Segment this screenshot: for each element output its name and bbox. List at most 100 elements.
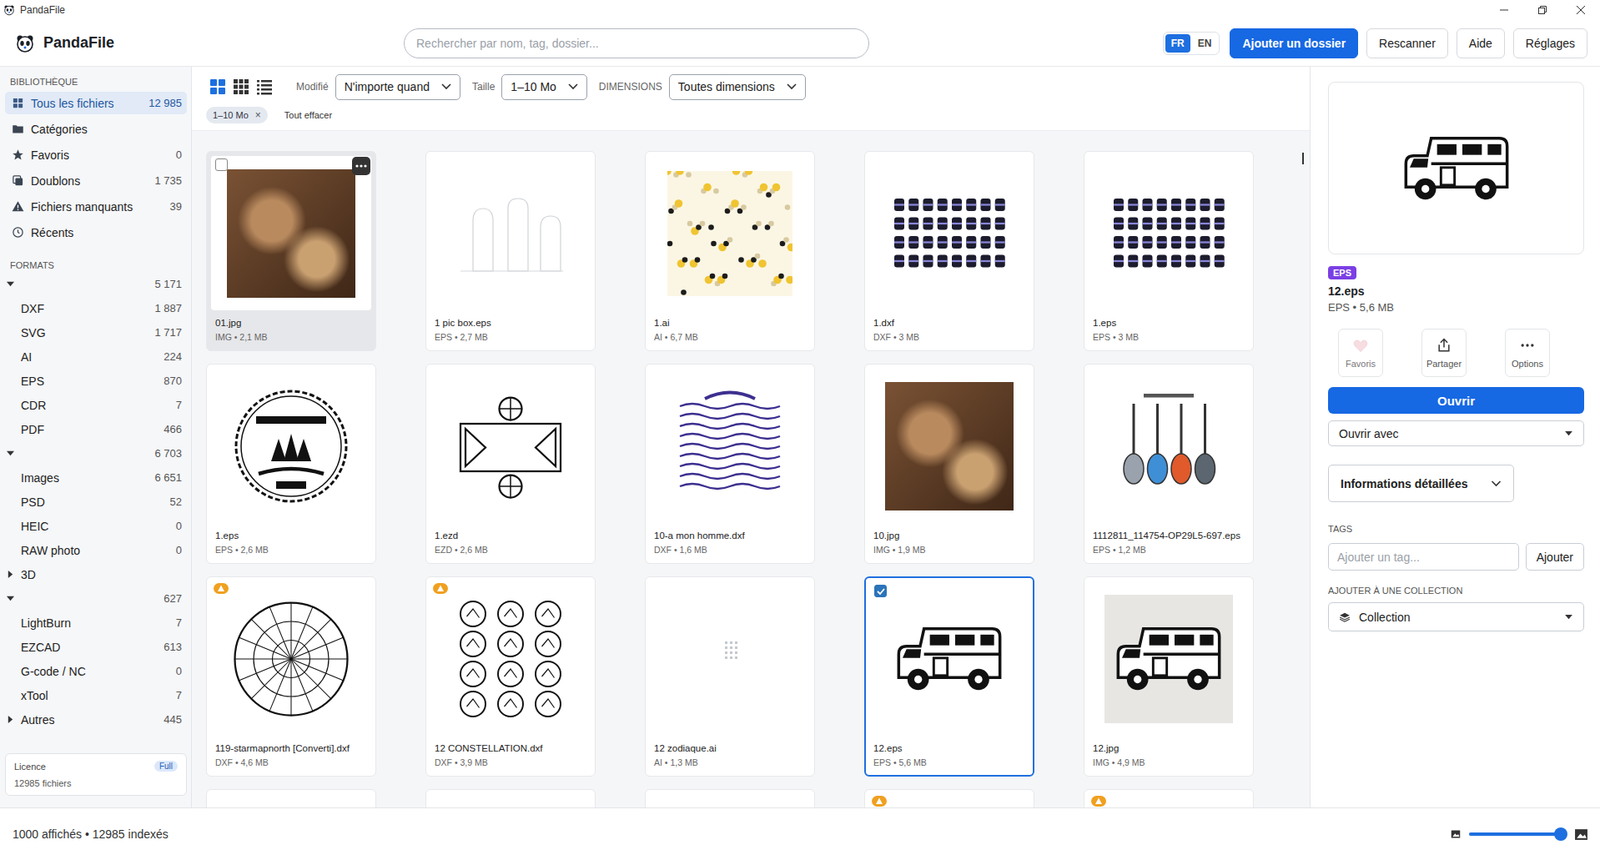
sidebar-item[interactable]: Catégories (5, 117, 187, 141)
file-card[interactable]: 10.jpg IMG • 1,9 MB (864, 363, 1035, 564)
header-button[interactable]: Ajouter un dossier (1229, 28, 1359, 59)
header-button[interactable]: Rescanner (1366, 28, 1449, 59)
format-group[interactable]: Autres 445 (5, 709, 187, 730)
large-image-icon (1574, 827, 1589, 842)
format-item[interactable]: RAW photo 0 (5, 539, 187, 561)
format-group[interactable]: 6 703 (5, 442, 187, 464)
file-card[interactable]: 1.dxf DXF • 3 MB (864, 150, 1035, 352)
add-tag-button[interactable]: Ajouter (1525, 543, 1585, 571)
open-button[interactable]: Ouvrir (1328, 387, 1585, 414)
file-card[interactable]: 119-starmapnorth [Converti].dxf DXF • 4,… (206, 576, 377, 777)
format-item[interactable]: AI 224 (5, 346, 187, 368)
filter-dropdown[interactable]: Toutes dimensions (669, 74, 806, 101)
format-group[interactable]: 627 (5, 588, 187, 609)
file-card[interactable] (644, 789, 816, 808)
file-card[interactable]: 12.eps EPS • 5,6 MB (864, 576, 1035, 777)
file-card[interactable]: 1112811_114754-OP29L5-697.eps EPS • 1,2 … (1083, 363, 1254, 564)
language-option[interactable]: FR (1165, 34, 1191, 53)
licence-badge: Full (154, 760, 178, 772)
remove-chip-button[interactable]: × (255, 109, 262, 121)
file-card[interactable] (206, 789, 377, 808)
scrollbar-thumb[interactable] (1302, 152, 1304, 165)
format-item[interactable]: EZCAD 613 (5, 636, 187, 658)
warn-icon (11, 200, 25, 213)
sidebar-item[interactable]: Fichiers manquants 39 (5, 195, 187, 218)
format-group[interactable]: 3D (5, 563, 187, 585)
share-icon (1435, 337, 1453, 354)
file-card[interactable]: 12.jpg IMG • 4,9 MB (1083, 576, 1254, 777)
action-button[interactable]: Partager (1421, 328, 1467, 378)
format-item[interactable]: EPS 870 (5, 370, 187, 392)
file-name: 01.jpg (211, 316, 372, 330)
maximize-button[interactable] (1523, 0, 1562, 21)
tag-input[interactable] (1328, 543, 1520, 571)
zoom-slider[interactable] (1469, 832, 1561, 836)
sidebar-item[interactable]: Récents (5, 221, 187, 244)
file-card[interactable]: 1.ai AI • 6,7 MB (644, 150, 816, 352)
search-input[interactable] (403, 28, 870, 59)
caret-down-icon (1564, 613, 1574, 620)
header-button[interactable]: Aide (1456, 28, 1505, 59)
action-button[interactable]: Options (1504, 328, 1550, 378)
photo-thumbnail (885, 382, 1014, 511)
collapsed-arrow-icon (6, 570, 15, 579)
sidebar-item[interactable]: Favoris 0 (5, 143, 187, 167)
format-item[interactable]: PDF 466 (5, 418, 187, 440)
view-mode-button[interactable] (232, 78, 250, 96)
clear-all-button[interactable]: Tout effacer (284, 110, 333, 121)
slider-thumb[interactable] (1554, 827, 1568, 841)
file-card[interactable] (425, 789, 596, 808)
file-name: 1112811_114754-OP29L5-697.eps (1088, 529, 1249, 543)
camper-van-thumbnail (885, 594, 1014, 724)
format-item[interactable]: PSD 52 (5, 491, 187, 513)
collection-dropdown[interactable]: Collection (1328, 602, 1585, 632)
loading-thumbnail (446, 807, 575, 809)
file-card[interactable]: 10-a mon homme.dxf DXF • 1,6 MB (644, 363, 816, 564)
file-card[interactable]: 1 pic box.eps EPS • 2,7 MB (425, 150, 596, 352)
header-button[interactable]: Réglages (1513, 28, 1588, 59)
minimize-button[interactable] (1484, 0, 1524, 21)
small-grid-icon (232, 78, 250, 96)
format-item[interactable]: xTool 7 (5, 684, 187, 706)
filter-dropdown[interactable]: N'importe quand (335, 74, 461, 101)
card-checkbox[interactable] (874, 584, 887, 598)
file-card[interactable]: 1.ezd EZD • 2,6 MB (425, 363, 596, 564)
photo-thumbnail (226, 169, 356, 298)
file-card[interactable]: 12 zodiaque.ai AI • 1,3 MB (644, 576, 816, 777)
card-checkbox[interactable] (215, 158, 228, 172)
file-meta: DXF • 4,6 MB (211, 756, 372, 769)
format-item[interactable]: Images 6 651 (5, 467, 187, 489)
format-item[interactable]: G-code / NC 0 (5, 660, 187, 682)
view-mode-button[interactable] (209, 78, 227, 96)
loading-thumbnail (1104, 807, 1233, 809)
action-button[interactable]: Favoris (1338, 328, 1384, 378)
file-card[interactable]: 1.eps EPS • 3 MB (1083, 150, 1254, 352)
sidebar-item[interactable]: Doublons 1 735 (5, 169, 187, 192)
collapsed-arrow-icon (6, 715, 15, 724)
filter-dropdown[interactable]: 1–10 Mo (501, 74, 587, 101)
file-card[interactable] (864, 789, 1035, 808)
panda-logo-icon (3, 4, 16, 16)
file-card[interactable] (1083, 789, 1254, 808)
format-item[interactable]: SVG 1 717 (5, 322, 187, 343)
camper-van-thumbnail (1392, 104, 1521, 233)
format-item[interactable]: CDR 7 (5, 394, 187, 416)
close-button[interactable] (1561, 0, 1600, 21)
language-option[interactable]: EN (1192, 34, 1218, 53)
more-icon (355, 164, 368, 168)
file-thumbnail (665, 169, 795, 298)
file-card[interactable]: 12 CONSTELLATION.dxf DXF • 3,9 MB (425, 576, 596, 777)
sidebar-item[interactable]: Tous les fichiers 12 985 (5, 91, 187, 115)
file-card[interactable]: 1.eps EPS • 2,6 MB (206, 363, 377, 564)
format-item[interactable]: HEIC 0 (5, 515, 187, 537)
card-menu-button[interactable] (352, 156, 371, 176)
details-toggle[interactable]: Informations détaillées (1328, 464, 1515, 503)
open-with-dropdown[interactable]: Ouvrir avec (1328, 420, 1585, 447)
file-browser: Modifié N'importe quandTaille 1–10 MoDIM… (191, 66, 1310, 808)
view-mode-button[interactable] (256, 78, 273, 96)
format-item[interactable]: DXF 1 887 (5, 297, 187, 319)
format-item[interactable]: LightBurn 7 (5, 612, 187, 634)
restore-icon (1538, 5, 1547, 15)
file-card[interactable]: 01.jpg IMG • 2,1 MB (206, 150, 377, 352)
format-group[interactable]: 5 171 (5, 273, 187, 295)
